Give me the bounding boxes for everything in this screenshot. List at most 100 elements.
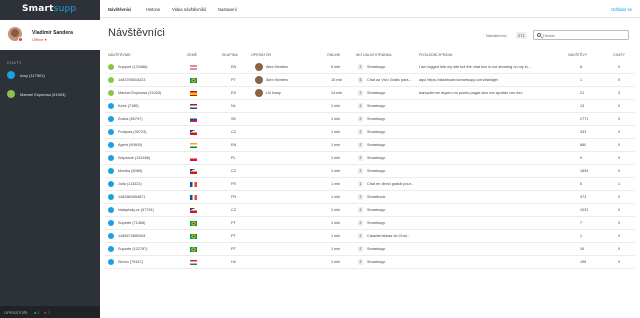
table-row[interactable]: Manuel Espinosa (21003) ES Lili Ivany 14 mi… [105, 87, 635, 100]
nav-visitor-videos[interactable]: Videa návštěvníků [172, 7, 206, 12]
nav-history[interactable]: Historie [146, 7, 160, 12]
current-page[interactable]: Características do Chat... [367, 234, 419, 238]
visitor-name[interactable]: Wsparcie (132466) [118, 156, 186, 160]
chats-count: 0 [618, 130, 621, 134]
table-row[interactable]: 1482860654871 FR 1 min 2 Smartbook 473 0 [105, 191, 635, 204]
visitor-name[interactable]: Kees (7185) [118, 104, 186, 108]
visitor-group: PT [231, 221, 236, 225]
col-last-message[interactable]: POSLEDNÍ ZPRÁVA [419, 53, 452, 57]
visitor-name[interactable]: Zuzka (65797) [118, 117, 186, 121]
last-message: tranquila me espero no puedo pagar sino … [419, 91, 523, 95]
online-duration: 1 min [331, 247, 341, 251]
col-country[interactable]: ZEMĚ [187, 53, 197, 57]
chat-item[interactable]: Manuel Espinosa (21003) [7, 89, 97, 99]
current-page[interactable]: Smartsupp [367, 221, 419, 225]
visitor-name[interactable]: Manuel Espinosa (21003) [118, 91, 186, 95]
fr-flag-icon [190, 182, 197, 187]
table-row[interactable]: 1485673680054 PT 1 min 2 Características do … [105, 230, 635, 243]
table-row[interactable]: Simon (75157) HU 1 min 2 Smartsupp 198 0 [105, 256, 635, 269]
table-header: NÁVŠTĚVNÍK ZEMĚ SKUPINA OPERÁTOR ONLINE … [105, 51, 635, 59]
table-row[interactable]: Suporte (71366) PT 1 min 2 Smartsupp 7 0 [105, 217, 635, 230]
visitor-icon [108, 246, 114, 252]
visitor-name[interactable]: Suporte (122787) [118, 247, 186, 251]
search-input[interactable] [543, 32, 627, 39]
table-row[interactable]: Julia (113322) FR 1 min 1 Chat en direct gra… [105, 178, 635, 191]
current-page[interactable]: Smartsupp [367, 247, 419, 251]
cz-flag-icon [190, 130, 197, 135]
visitor-group: ES [231, 91, 237, 95]
current-page[interactable]: Smartsupp [367, 156, 419, 160]
current-page[interactable]: Smartsupp [367, 91, 419, 95]
col-visitor[interactable]: NÁVŠTĚVNÍK [108, 53, 131, 57]
visitor-name[interactable]: Suporte (71366) [118, 221, 186, 225]
col-visits[interactable]: NÁVŠTĚVY [568, 53, 587, 57]
chats-count: 0 [618, 208, 621, 212]
current-page[interactable]: Smartsupp [367, 104, 419, 108]
visitor-name[interactable]: Nataplody.cz (57791) [118, 208, 186, 212]
hu-flag-icon [190, 260, 197, 265]
chats-count: 0 [618, 104, 621, 108]
current-page[interactable]: Chat en direct gratuit pour... [367, 182, 419, 186]
user-profile[interactable]: Vladimír Sandera Offline ▾ [0, 20, 100, 50]
current-page[interactable]: Smartsupp [367, 143, 419, 147]
nl-flag-icon [190, 104, 197, 109]
col-chats[interactable]: CHATY [613, 53, 625, 57]
chats-count: 0 [618, 234, 621, 238]
current-page[interactable]: Chat ao Vivo Grátis para... [367, 78, 419, 82]
current-page[interactable]: Smartsupp [367, 130, 419, 134]
visitor-name[interactable]: Support (123488) [118, 65, 186, 69]
user-status-dropdown[interactable]: Offline ▾ [32, 37, 47, 42]
search-box[interactable] [533, 30, 629, 40]
visitor-name[interactable]: 1483755516323 [118, 78, 186, 82]
current-page[interactable]: Smartsupp [367, 169, 419, 173]
visitor-name[interactable]: Julia (113322) [118, 182, 186, 186]
nav-visitors[interactable]: Návštěvníci [108, 7, 131, 12]
visitor-name[interactable]: Agent (90800) [118, 143, 186, 147]
visitor-group: FR [231, 182, 237, 186]
current-page[interactable]: Smartbook [367, 195, 419, 199]
visitor-icon [108, 116, 114, 122]
table-row[interactable]: Support (123488) EN Alex Montero 6 min 2 Smar… [105, 61, 635, 74]
current-page[interactable]: Smartsupp [367, 65, 419, 69]
visitor-name[interactable]: Podpora (30723) [118, 130, 186, 134]
smartsupp-logo[interactable]: Smartsupp [22, 4, 76, 14]
visits-count: 2771 [580, 117, 589, 121]
nav-settings[interactable]: Nastavení [218, 7, 237, 12]
visitor-name[interactable]: Simon (75157) [118, 260, 186, 264]
table-row[interactable]: Podpora (30723) CZ 1 min 2 Smartsupp 343 0 [105, 126, 635, 139]
user-name: Vladimír Sandera [32, 30, 73, 36]
table-row[interactable]: Wsparcie (132466) PL 1 min 2 Smartsupp 9 0 [105, 152, 635, 165]
visitors-count-label: Návštěvníci [486, 33, 507, 38]
col-operator[interactable]: OPERÁTOR [251, 53, 271, 57]
operator-avatar [255, 63, 263, 71]
current-page[interactable]: Smartsupp [367, 208, 419, 212]
current-page[interactable]: Smartsupp [367, 260, 419, 264]
table-row[interactable]: Agent (90800) EN 1 min 2 Smartsupp 680 0 [105, 139, 635, 152]
cz-flag-icon [190, 169, 197, 174]
visitor-group: HU [231, 260, 237, 264]
br-flag-icon [190, 247, 197, 252]
chat-item[interactable]: Amy (117501) [7, 70, 97, 80]
table-row[interactable]: Monika (6089) CZ 1 min 2 Smartsupp 1654 0 [105, 165, 635, 178]
visits-count: 21 [580, 91, 585, 95]
table-row[interactable]: 1483755516323 PT Alex Montero 15 min 5 Chat a… [105, 74, 635, 87]
search-icon [537, 33, 541, 37]
logout-link[interactable]: Odhlásit se [611, 7, 632, 12]
col-current-page[interactable]: AKTUÁLNÍ STRÁNKA [356, 53, 392, 57]
col-group[interactable]: SKUPINA [222, 53, 238, 57]
visitor-icon [108, 90, 114, 96]
visitor-name[interactable]: Monika (6089) [118, 169, 186, 173]
table-row[interactable]: Suporte (122787) PT 1 min 2 Smartsupp 34 0 [105, 243, 635, 256]
visitor-name[interactable]: 1482860654871 [118, 195, 186, 199]
col-online[interactable]: ONLINE [327, 53, 340, 57]
table-row[interactable]: Zuzka (65797) SK 1 min 2 Smartsupp 2771 0 [105, 113, 635, 126]
operators-bar[interactable]: OPERÁTOŘI ● 1 ● 3 [0, 306, 100, 318]
operator-avatar [255, 76, 263, 84]
table-row[interactable]: Nataplody.cz (57791) CZ 1 min 2 Smartsupp 103… [105, 204, 635, 217]
table-row[interactable]: Kees (7185) NL 1 min 2 Smartsupp 13 0 [105, 100, 635, 113]
pages-count-badge: 2 [358, 129, 363, 135]
chats-count: 0 [618, 156, 621, 160]
current-page[interactable]: Smartsupp [367, 117, 419, 121]
us-flag-icon [190, 65, 197, 70]
visitor-name[interactable]: 1485673680054 [118, 234, 186, 238]
